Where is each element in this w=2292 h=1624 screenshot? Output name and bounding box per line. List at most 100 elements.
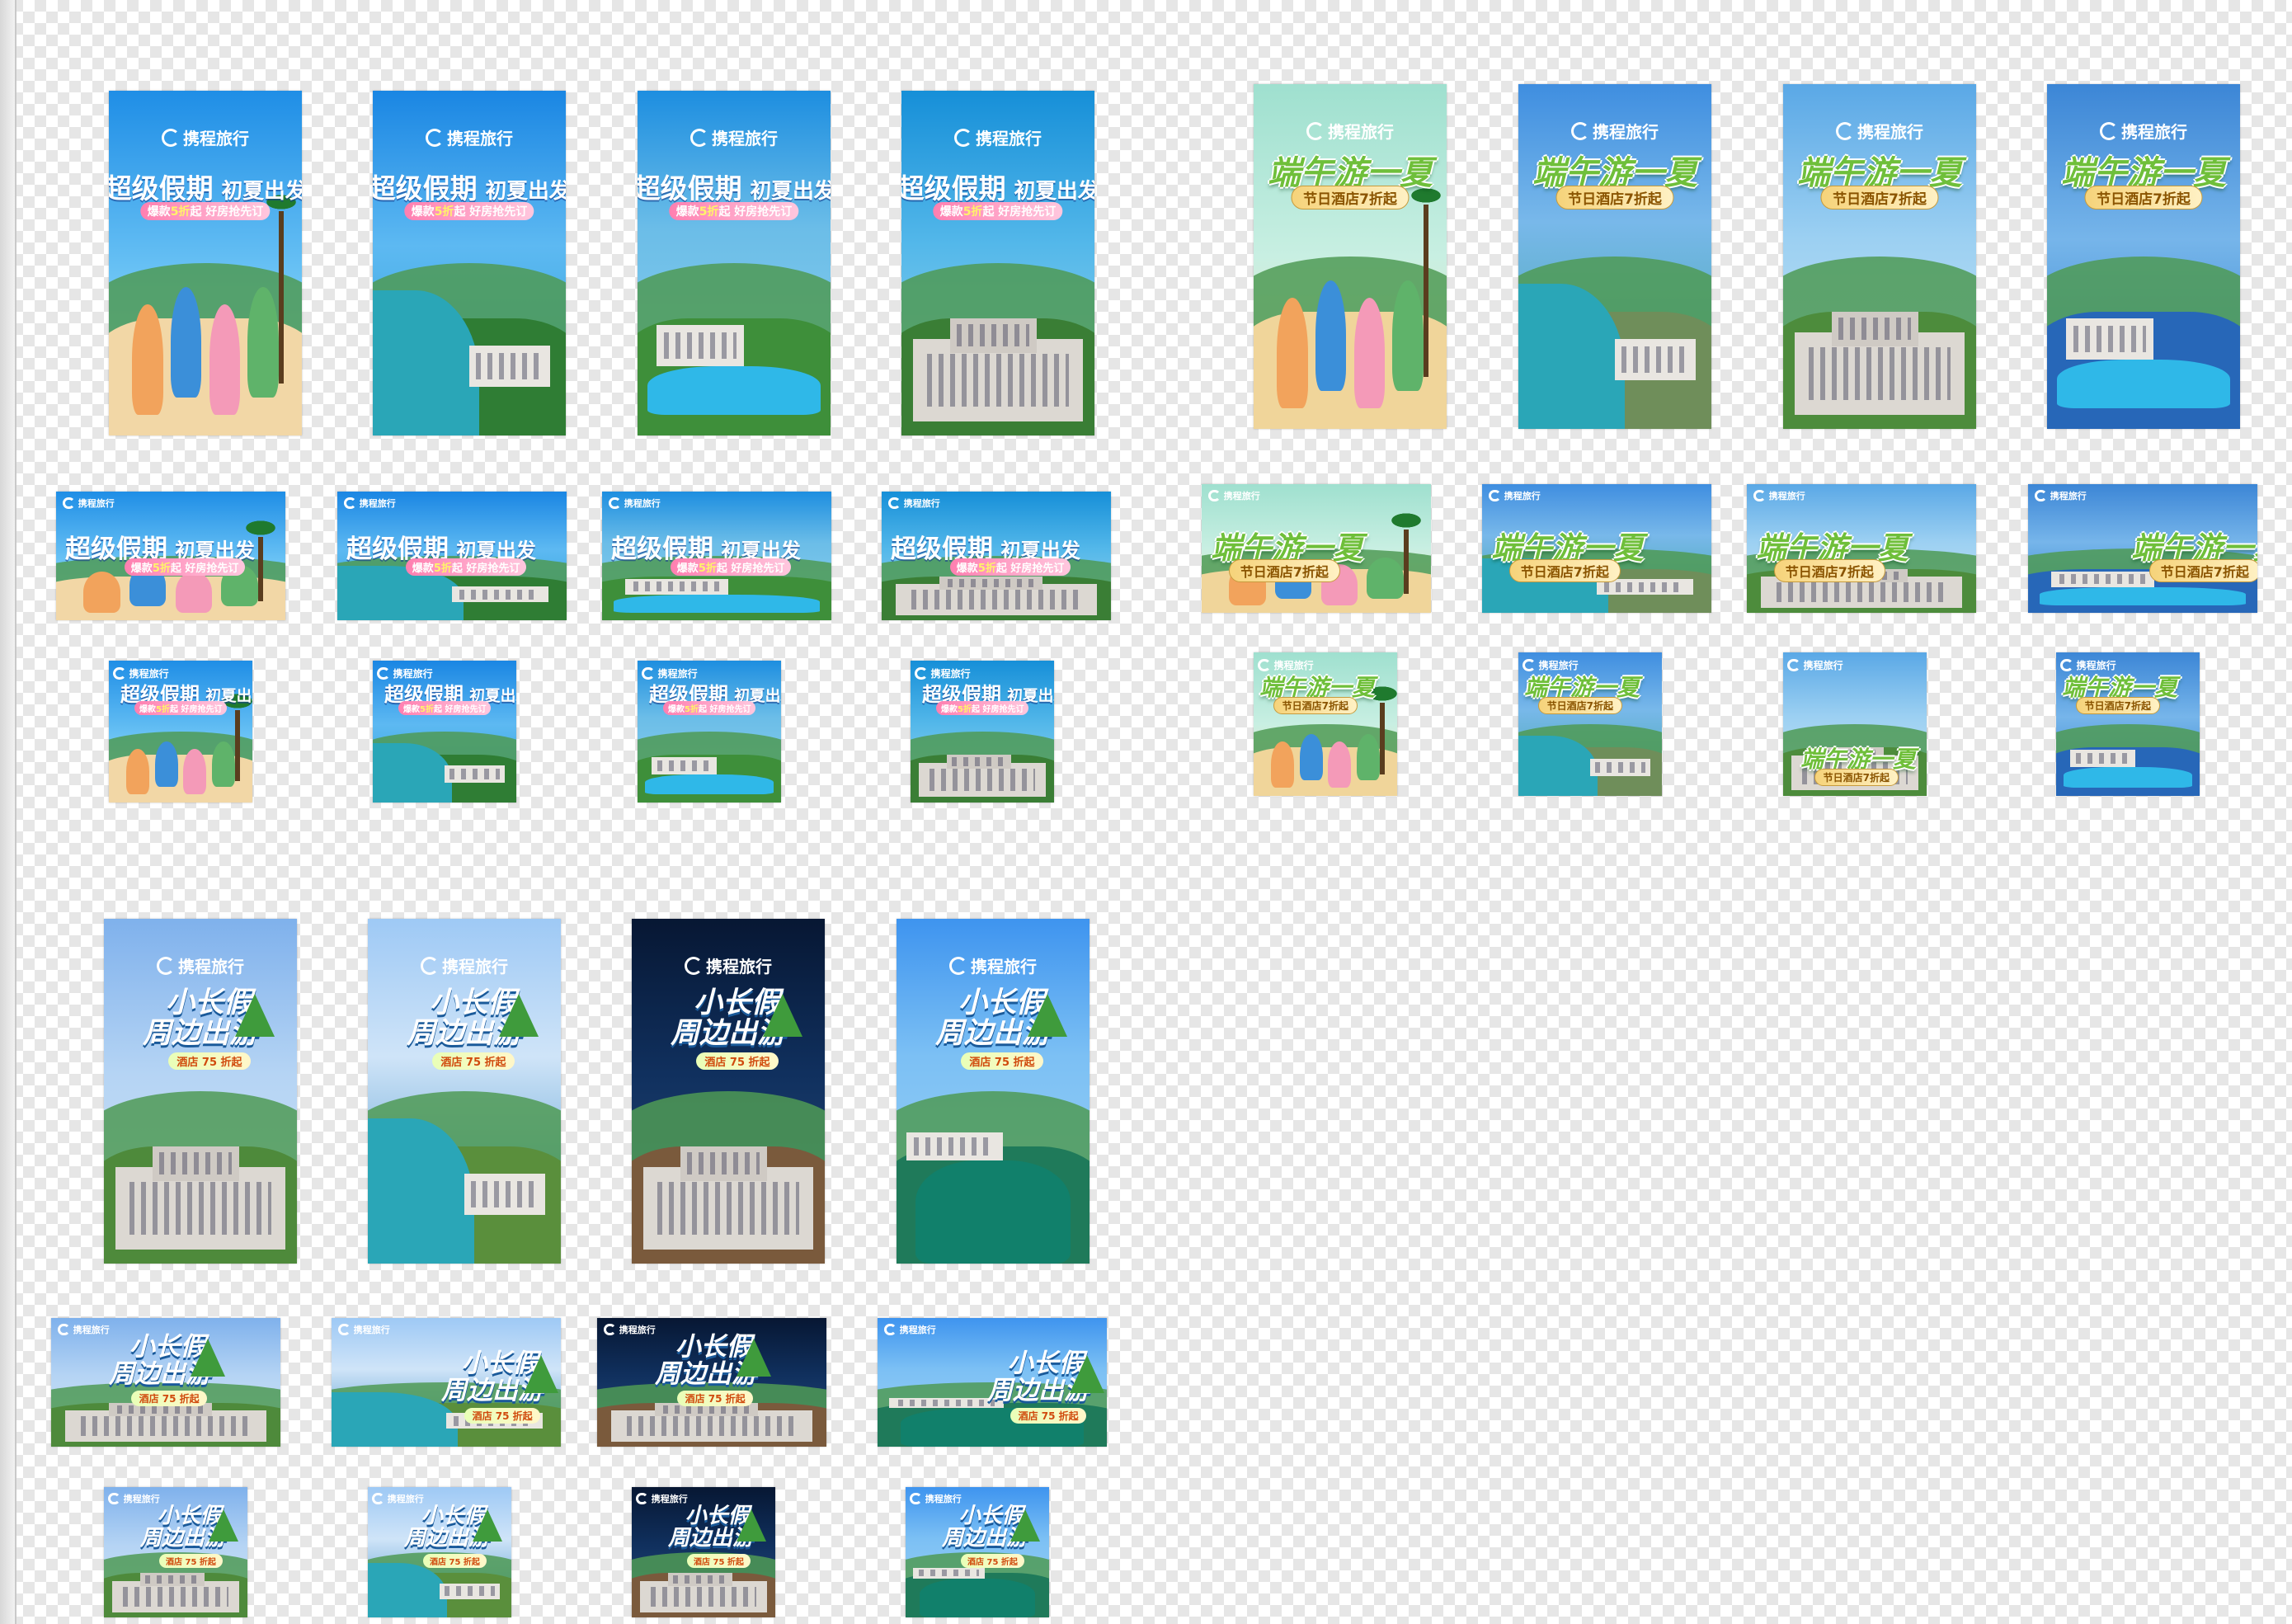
dragon-boat-promo-pill: 节日酒店7折起 xyxy=(1555,186,1674,209)
summer-title-main: 超级假期 xyxy=(109,172,214,205)
banner-short-break: 携程旅行 小长假 周边出游 酒店 75 折起 xyxy=(897,919,1090,1264)
mountain-badge-icon xyxy=(524,1355,558,1393)
summer-promo-pill: 爆款5折起 好房抢先订 xyxy=(933,202,1063,220)
banner-short-break: 携程旅行 小长假 周边出游 酒店 75 折起 xyxy=(632,1487,775,1617)
summer-title-sub: 初夏出发 xyxy=(1014,179,1094,204)
ctrip-logo-text: 携程旅行 xyxy=(123,1494,160,1504)
ctrip-logo: 携程旅行 xyxy=(421,953,508,977)
ctrip-logo-mark-icon xyxy=(1571,121,1589,140)
ctrip-logo-mark-icon xyxy=(1208,489,1221,502)
summer-promo-pill: 爆款5折起 好房抢先订 xyxy=(125,558,246,576)
summer-title-sub: 初夏出发 xyxy=(221,179,302,204)
banner-short-break: 携程旅行 小长假 周边出游 酒店 75 折起 xyxy=(332,1318,561,1447)
ctrip-logo-text: 携程旅行 xyxy=(359,498,396,509)
resort-building xyxy=(657,325,744,367)
ctrip-logo-mark-icon xyxy=(1787,658,1800,672)
ctrip-logo-mark-icon xyxy=(162,128,180,147)
illustrated-person xyxy=(1392,280,1424,391)
mountain-badge-icon xyxy=(191,1339,225,1377)
pill-label-right: 起 好房抢先订 xyxy=(190,205,264,219)
ctrip-logo-mark-icon xyxy=(426,128,444,147)
dragon-boat-promo-pill: 节日酒店7折起 xyxy=(1538,697,1622,714)
resort-building xyxy=(2050,572,2154,587)
banner-summer: 携程旅行超级假期初夏出发爆款5折起 好房抢先订 xyxy=(602,492,831,620)
ctrip-logo: 携程旅行 xyxy=(884,1323,936,1336)
pill-label-left: 爆款 xyxy=(941,705,958,714)
manor-wing xyxy=(949,318,1037,353)
ctrip-logo-mark-icon xyxy=(1489,489,1501,502)
pill-label-hot: 5折 xyxy=(685,705,699,714)
illustrated-person xyxy=(1270,741,1294,788)
illustrated-person xyxy=(170,287,202,398)
ctrip-logo-text: 携程旅行 xyxy=(1504,491,1541,501)
ctrip-logo-mark-icon xyxy=(604,1323,616,1336)
pill-label-left: 爆款 xyxy=(403,705,420,714)
manor-wing xyxy=(939,576,1042,590)
mountain-badge-icon xyxy=(737,1509,766,1542)
summer-promo-pill: 爆款5折起 好房抢先订 xyxy=(398,701,492,715)
ctrip-logo: 携程旅行 xyxy=(426,125,513,149)
dragon-boat-promo-pill: 节日酒店7折起 xyxy=(1820,186,1939,209)
ctrip-logo-text: 携程旅行 xyxy=(624,498,661,509)
dragon-boat-promo-pill: 节日酒店7折起 xyxy=(2149,559,2257,582)
manor-wing xyxy=(139,1573,205,1587)
lake-water xyxy=(920,1578,1035,1617)
dragon-boat-promo-pill: 节日酒店7折起 xyxy=(1291,186,1410,209)
manor-wing xyxy=(1831,311,1918,346)
summer-title: 超级假期初夏出发 xyxy=(373,167,566,206)
banner-summer: 携程旅行超级假期初夏出发爆款5折起 好房抢先订 xyxy=(373,661,516,803)
swimming-pool xyxy=(647,366,821,415)
banner-short-break: 携程旅行 小长假 周边出游 酒店 75 折起 xyxy=(906,1487,1049,1617)
ctrip-logo-mark-icon xyxy=(690,128,708,147)
summer-promo-pill: 爆款5折起 好房抢先订 xyxy=(936,701,1029,715)
mountain-badge-icon xyxy=(763,994,802,1037)
manor-wing xyxy=(946,754,1011,769)
ctrip-logo-mark-icon xyxy=(1753,489,1766,502)
ctrip-logo-text: 携程旅行 xyxy=(183,129,249,148)
mountain-badge-icon xyxy=(235,994,275,1037)
short-break-promo-pill: 酒店 75 折起 xyxy=(423,1554,487,1568)
dragon-boat-promo-pill: 节日酒店7折起 xyxy=(1229,559,1340,582)
canvas-left-edge xyxy=(0,0,16,1624)
pill-label-right: 起 好房抢先订 xyxy=(716,563,785,575)
ctrip-logo-text: 携程旅行 xyxy=(178,957,244,977)
banner-summer: 携程旅行超级假期初夏出发爆款5折起 好房抢先订 xyxy=(638,91,831,435)
banner-dragon-boat: 携程旅行端午游一夏节日酒店7折起 xyxy=(1518,652,1662,796)
banner-dragon-boat: 携程旅行端午游一夏节日酒店7折起 xyxy=(1518,84,1711,429)
ctrip-logo-text: 携程旅行 xyxy=(1593,122,1659,142)
pill-label-hot: 5折 xyxy=(433,563,452,575)
ctrip-logo-text: 携程旅行 xyxy=(899,1325,936,1335)
illustrated-person xyxy=(1328,741,1352,788)
pill-label-hot: 5折 xyxy=(958,705,972,714)
banner-dragon-boat: 携程旅行端午游一夏节日酒店7折起 xyxy=(1747,484,1976,613)
pill-label-hot: 5折 xyxy=(962,205,983,219)
ctrip-logo-text: 携程旅行 xyxy=(2050,491,2087,501)
short-break-promo-pill: 酒店 75 折起 xyxy=(131,1391,208,1406)
ctrip-logo-mark-icon xyxy=(2100,121,2118,140)
lakeside-village xyxy=(912,1567,985,1579)
dragon-boat-promo-pill: 节日酒店7折起 xyxy=(2084,186,2203,209)
pill-label-hot: 5折 xyxy=(156,705,170,714)
ctrip-logo-text: 携程旅行 xyxy=(651,1494,688,1504)
ctrip-logo-mark-icon xyxy=(344,497,356,510)
pill-label-left: 爆款 xyxy=(139,705,156,714)
ctrip-logo-mark-icon xyxy=(58,1323,70,1336)
ctrip-logo-mark-icon xyxy=(888,497,901,510)
ctrip-logo-text: 携程旅行 xyxy=(447,129,513,148)
illustrated-person xyxy=(175,571,213,613)
mountain-badge-icon xyxy=(1070,1355,1104,1393)
ctrip-logo: 携程旅行 xyxy=(58,1323,110,1336)
banner-summer: 携程旅行超级假期初夏出发爆款5折起 好房抢先订 xyxy=(337,492,567,620)
short-break-promo-pill: 酒店 75 折起 xyxy=(961,1554,1024,1568)
pill-label-right: 起 好房抢先订 xyxy=(169,705,223,714)
illustrated-person xyxy=(209,304,241,415)
ctrip-logo-text: 携程旅行 xyxy=(976,129,1042,148)
illustrated-person xyxy=(1353,298,1386,408)
summer-title-sub: 初夏出发 xyxy=(485,179,566,204)
pill-label-left: 爆款 xyxy=(675,205,699,219)
illustrated-person xyxy=(154,741,178,788)
illustrated-person xyxy=(1357,734,1381,780)
ctrip-logo-text: 携程旅行 xyxy=(73,1325,110,1335)
summer-promo-pill: 爆款5折起 好房抢先订 xyxy=(669,202,799,220)
banner-dragon-boat: 携程旅行端午游一夏节日酒店7折起 xyxy=(1254,652,1397,796)
